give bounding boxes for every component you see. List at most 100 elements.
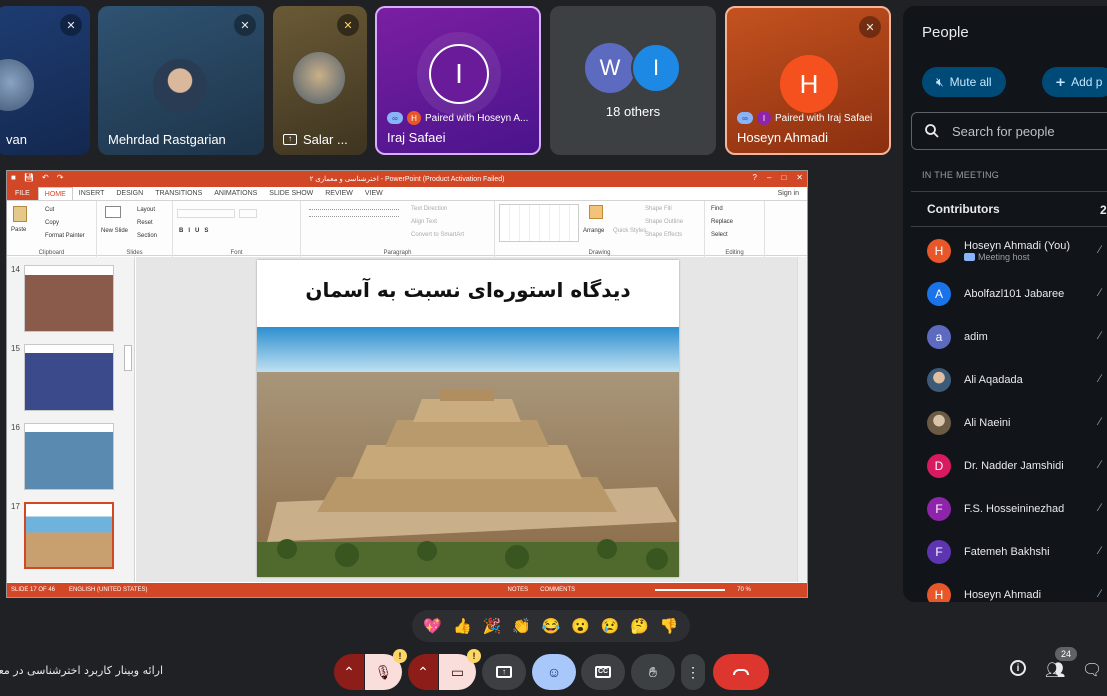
shape-effects-button[interactable]: Shape Effects	[645, 232, 682, 238]
mic-off-icon[interactable]: ∕	[1099, 373, 1101, 385]
participant-tile-iraj[interactable]: I ∞ H Paired with Hoseyn A... Iraj Safae…	[375, 6, 541, 155]
tab-home[interactable]: HOME	[37, 187, 73, 200]
sign-in-link[interactable]: Sign in	[778, 190, 799, 197]
add-people-button[interactable]: ➕︎ Add p	[1042, 67, 1107, 97]
new-slide-icon[interactable]	[105, 206, 121, 218]
minimize-icon[interactable]: –	[767, 173, 771, 182]
person-row[interactable]: A Abolfazl101 Jabaree ∕	[927, 279, 1107, 309]
chat-icon[interactable]: 🗨︎	[1082, 660, 1102, 680]
people-icon[interactable]: 👥︎	[1045, 660, 1065, 680]
mic-off-icon[interactable]: ∕	[1099, 330, 1101, 342]
tab-animations[interactable]: ANIMATIONS	[208, 187, 263, 200]
save-icon[interactable]: 💾︎	[24, 173, 34, 182]
font-size-box[interactable]	[239, 209, 257, 218]
raise-hand-button[interactable]: ✋︎	[631, 654, 675, 690]
mic-off-icon[interactable]: ∕	[1099, 287, 1101, 299]
participant-tile-van[interactable]: ✕ van	[0, 6, 90, 155]
font-name-box[interactable]	[177, 209, 235, 218]
contributors-header[interactable]: Contributors 2	[911, 191, 1107, 227]
shape-fill-button[interactable]: Shape Fill	[645, 206, 672, 212]
person-row[interactable]: F Fatemeh Bakhshi ∕	[927, 537, 1107, 567]
mic-off-icon[interactable]: ∕	[1099, 545, 1101, 557]
person-row[interactable]: F F.S. Hosseininezhad ∕	[927, 494, 1107, 524]
mic-options-button[interactable]: ⌃	[334, 654, 364, 690]
clap-reaction[interactable]: 👏	[509, 617, 533, 635]
laugh-reaction[interactable]: 😂	[539, 617, 563, 635]
person-row[interactable]: H Hoseyn Ahmadi (You) Meeting host ∕	[927, 236, 1107, 266]
captions-button[interactable]: CC	[581, 654, 625, 690]
format-painter-button[interactable]: Format Painter	[45, 233, 85, 239]
mic-off-icon[interactable]: ∕	[1099, 459, 1101, 471]
tab-transitions[interactable]: TRANSITIONS	[149, 187, 208, 200]
paste-icon[interactable]	[13, 206, 27, 222]
paste-button[interactable]: Paste	[11, 227, 26, 233]
tab-file[interactable]: FILE	[7, 187, 38, 200]
cut-button[interactable]: Cut	[45, 207, 54, 213]
person-row[interactable]: H Hoseyn Ahmadi ∕	[927, 580, 1107, 602]
current-slide[interactable]: دیدگاه استوره‌ای نسبت به آسمان	[257, 260, 679, 577]
quick-styles-button[interactable]: Quick Styles	[613, 228, 646, 234]
sad-reaction[interactable]: 😢	[598, 617, 622, 635]
mute-all-button[interactable]: 🔇︎ Mute all	[922, 67, 1006, 97]
reactions-button[interactable]: ☺	[532, 654, 576, 690]
help-icon[interactable]: ?	[753, 173, 757, 182]
list-icons[interactable]	[309, 209, 399, 217]
participant-tile-hoseyn[interactable]: ✕ H ∞ I Paired with Iraj Safaei Hoseyn A…	[725, 6, 891, 155]
text-direction-button[interactable]: Text Direction	[411, 206, 447, 212]
section-button[interactable]: Section	[137, 233, 157, 239]
person-row[interactable]: Ali Aqadada ∕	[927, 365, 1107, 395]
font-format-buttons[interactable]: BIUS	[179, 228, 213, 234]
replace-button[interactable]: Replace	[711, 219, 733, 225]
copy-button[interactable]: Copy	[45, 220, 59, 226]
new-slide-button[interactable]: New Slide	[101, 228, 128, 234]
search-people-input[interactable]: Search for people	[911, 112, 1107, 150]
person-row[interactable]: Ali Naeini ∕	[927, 408, 1107, 438]
mic-off-icon[interactable]: ∕	[1099, 416, 1101, 428]
mic-off-icon[interactable]: ∕	[1099, 244, 1101, 256]
mic-off-icon[interactable]: ∕	[1099, 502, 1101, 514]
tab-view[interactable]: VIEW	[359, 187, 389, 200]
participant-tile-mehrdad[interactable]: ✕ Mehrdad Rastgarian	[98, 6, 264, 155]
arrange-icon[interactable]	[589, 205, 603, 219]
shapes-gallery[interactable]	[499, 204, 579, 242]
align-text-button[interactable]: Align Text	[411, 219, 437, 225]
heart-reaction[interactable]: 💖	[421, 617, 445, 635]
close-icon[interactable]: ✕	[796, 173, 803, 182]
thumbs-up-reaction[interactable]: 👍	[450, 617, 474, 635]
slide-thumbnail-15[interactable]	[24, 344, 114, 411]
camera-options-button[interactable]: ⌃	[408, 654, 438, 690]
participant-tile-salar[interactable]: ✕ ↑ Salar ...	[273, 6, 367, 155]
restore-icon[interactable]: □	[781, 173, 786, 182]
slide-thumbnail-14[interactable]	[24, 265, 114, 332]
select-button[interactable]: Select	[711, 232, 728, 238]
comments-button[interactable]: COMMENTS	[540, 587, 575, 593]
slide-scrollbar[interactable]	[797, 257, 807, 582]
shape-outline-button[interactable]: Shape Outline	[645, 219, 683, 225]
tab-review[interactable]: REVIEW	[319, 187, 359, 200]
slide-thumbnail-16[interactable]	[24, 423, 114, 490]
surprised-reaction[interactable]: 😮	[569, 617, 593, 635]
convert-smartart-button[interactable]: Convert to SmartArt	[411, 232, 464, 238]
more-options-button[interactable]: ⋮	[681, 654, 705, 690]
layout-button[interactable]: Layout	[137, 207, 155, 213]
slide-thumbnail-17[interactable]	[24, 502, 114, 569]
mic-off-icon[interactable]: ∕	[1099, 588, 1101, 600]
participant-tile-others[interactable]: W I 18 others	[550, 6, 716, 155]
redo-icon[interactable]: ↷	[57, 173, 64, 182]
present-screen-button[interactable]: ↑	[482, 654, 526, 690]
leave-call-button[interactable]	[713, 654, 769, 690]
mic-toggle-button[interactable]: 🎙︎ !	[365, 649, 407, 690]
undo-icon[interactable]: ↶	[42, 173, 49, 182]
thinking-reaction[interactable]: 🤔	[628, 617, 652, 635]
party-reaction[interactable]: 🎉	[480, 617, 504, 635]
zoom-slider[interactable]	[655, 589, 726, 591]
reset-button[interactable]: Reset	[137, 220, 153, 226]
thumbs-down-reaction[interactable]: 👎	[657, 617, 681, 635]
person-row[interactable]: D Dr. Nadder Jamshidi ∕	[927, 451, 1107, 481]
find-button[interactable]: Find	[711, 206, 723, 212]
tab-slide-show[interactable]: SLIDE SHOW	[263, 187, 319, 200]
person-row[interactable]: a adim ∕	[927, 322, 1107, 352]
tab-design[interactable]: DESIGN	[110, 187, 149, 200]
notes-button[interactable]: NOTES	[507, 587, 528, 593]
thumbnails-scrollbar[interactable]	[124, 345, 132, 371]
